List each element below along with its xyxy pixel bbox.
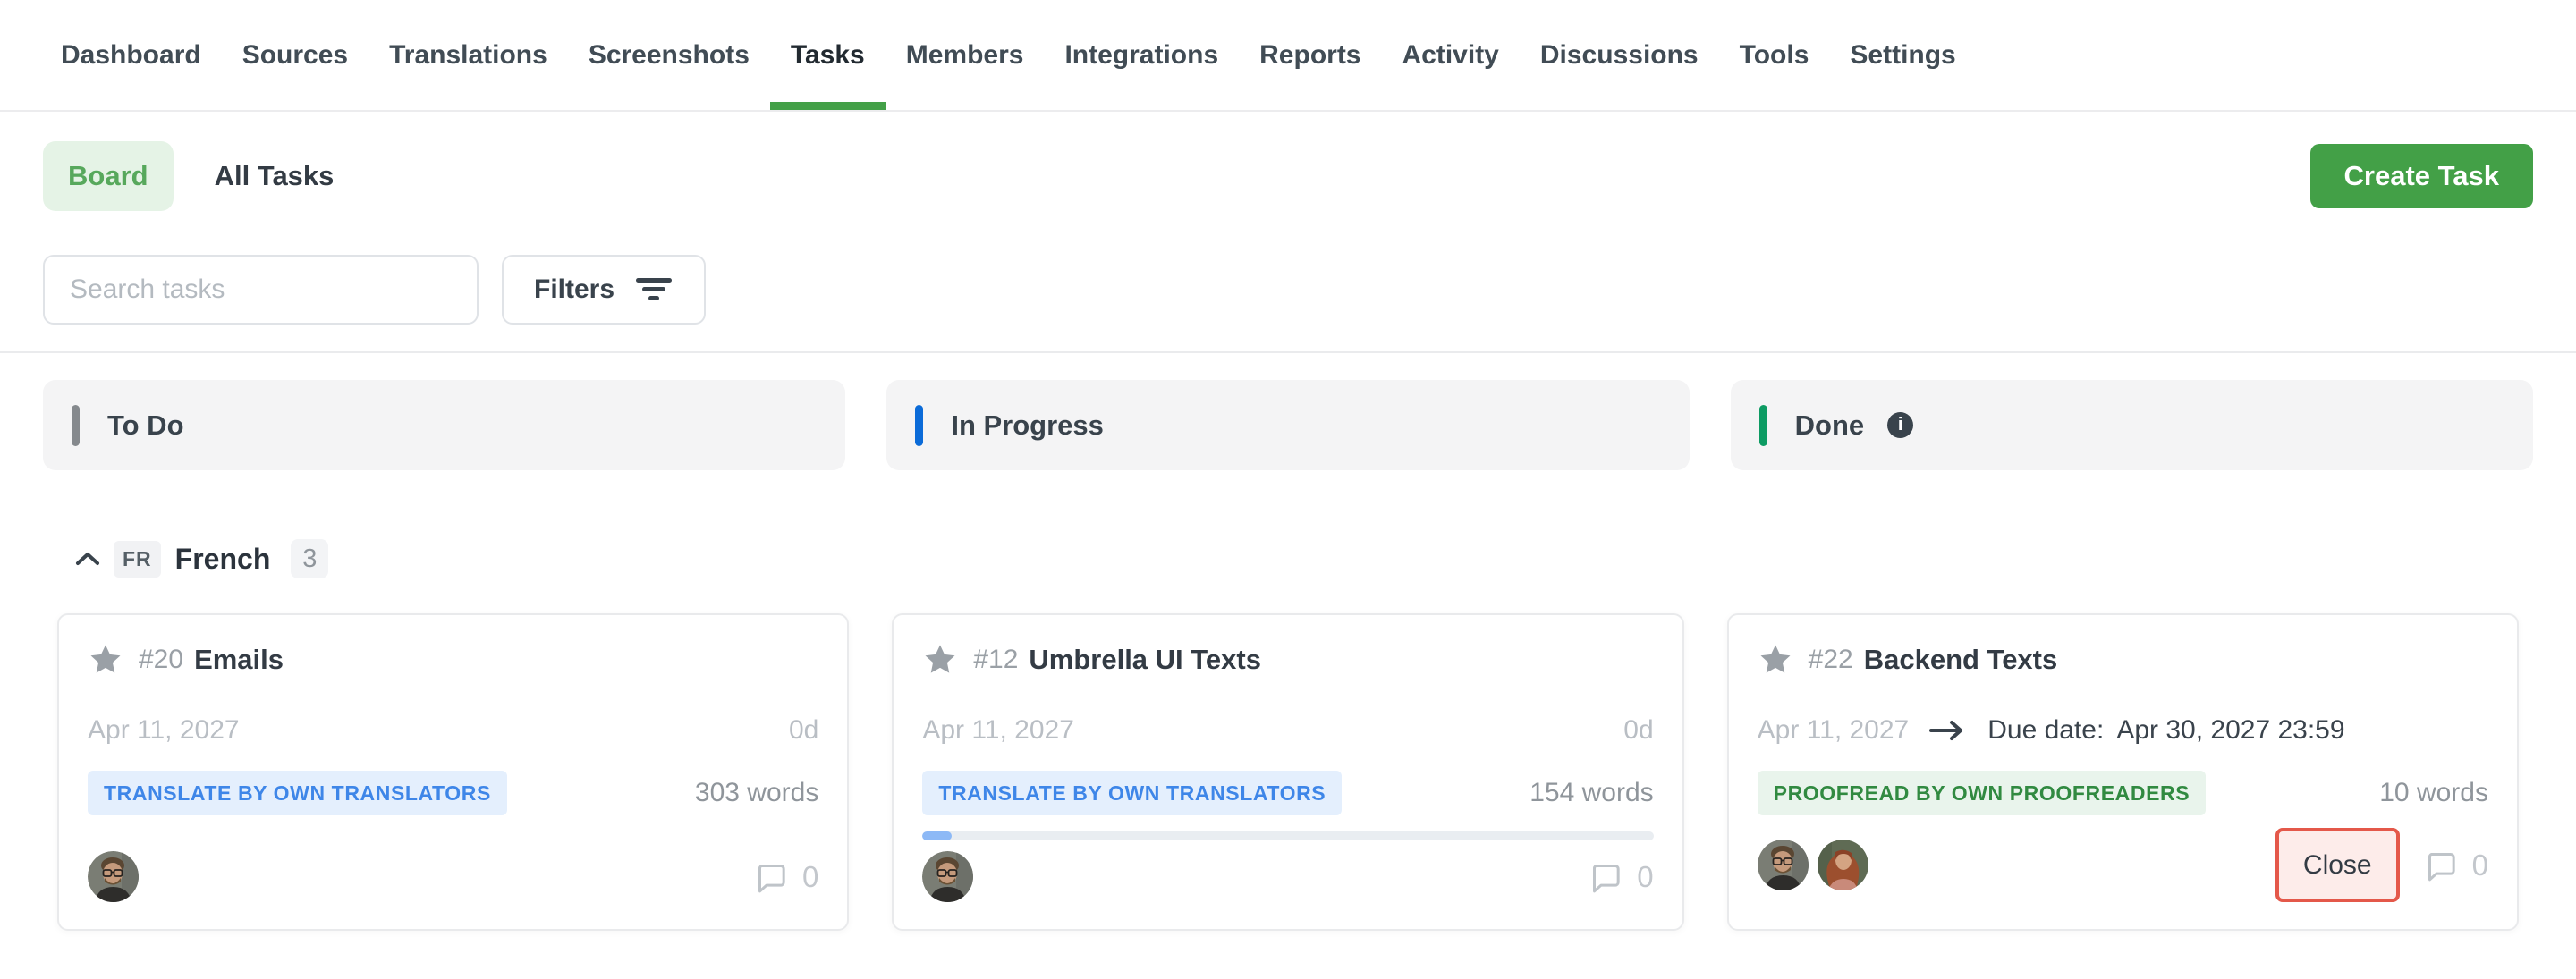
card-footer: 0 xyxy=(88,851,818,902)
nav-item-screenshots[interactable]: Screenshots xyxy=(568,0,770,110)
avatar xyxy=(922,851,973,902)
progress-fill xyxy=(922,831,952,840)
card-footer: Close 0 xyxy=(1758,828,2488,902)
column-done: Done i xyxy=(1731,380,2533,470)
top-nav: Dashboard Sources Translations Screensho… xyxy=(0,0,2576,112)
task-card-20[interactable]: #20 Emails Apr 11, 2027 0d TRANSLATE BY … xyxy=(57,613,849,931)
task-card-22[interactable]: #22 Backend Texts Apr 11, 2027 Due date:… xyxy=(1727,613,2519,931)
nav-item-settings[interactable]: Settings xyxy=(1829,0,1976,110)
task-id: #20 xyxy=(139,645,183,675)
comments[interactable]: 0 xyxy=(1588,859,1653,895)
nav-item-dashboard[interactable]: Dashboard xyxy=(40,0,222,110)
nav-item-activity[interactable]: Activity xyxy=(1382,0,1520,110)
avatar xyxy=(1758,840,1809,890)
comment-count: 0 xyxy=(1637,860,1653,894)
nav-item-discussions[interactable]: Discussions xyxy=(1520,0,1719,110)
nav-item-reports[interactable]: Reports xyxy=(1239,0,1381,110)
nav-item-tools[interactable]: Tools xyxy=(1719,0,1830,110)
column-in-progress-accent-bar xyxy=(915,405,923,446)
column-in-progress-label: In Progress xyxy=(951,409,1104,442)
task-card-12[interactable]: #12 Umbrella UI Texts Apr 11, 2027 0d TR… xyxy=(892,613,1683,931)
card-title-row: #22 Backend Texts xyxy=(1758,642,2488,678)
task-title: Backend Texts xyxy=(1864,644,2058,676)
card-date-row: Apr 11, 2027 0d xyxy=(922,715,1653,746)
board-columns: To Do In Progress Done i xyxy=(0,380,2576,470)
close-task-button[interactable]: Close xyxy=(2275,828,2400,902)
comments[interactable]: 0 xyxy=(753,859,818,895)
word-count: 154 words xyxy=(1530,778,1653,808)
comments[interactable]: 0 xyxy=(2423,848,2488,883)
task-type-badge: TRANSLATE BY OWN TRANSLATORS xyxy=(88,771,507,815)
column-todo-label: To Do xyxy=(107,409,184,442)
task-cards-row: #20 Emails Apr 11, 2027 0d TRANSLATE BY … xyxy=(0,613,2576,931)
card-title-row: #12 Umbrella UI Texts xyxy=(922,642,1653,678)
search-toolbar: Filters xyxy=(0,255,2576,325)
card-badge-row: TRANSLATE BY OWN TRANSLATORS 154 words xyxy=(922,771,1653,815)
language-group-header: FR French 3 xyxy=(0,538,2576,579)
chevron-up-icon[interactable] xyxy=(74,550,101,568)
start-date: Apr 11, 2027 xyxy=(922,715,1074,746)
avatar xyxy=(88,851,139,902)
task-id: #12 xyxy=(973,645,1018,675)
arrow-right-icon xyxy=(1928,719,1968,742)
nav-item-integrations[interactable]: Integrations xyxy=(1044,0,1239,110)
days-counter: 0d xyxy=(1623,715,1653,746)
word-count: 303 words xyxy=(695,778,818,808)
comment-bubble-icon xyxy=(2423,848,2459,883)
comment-count: 0 xyxy=(802,860,818,894)
task-title: Umbrella UI Texts xyxy=(1029,644,1261,676)
create-task-button[interactable]: Create Task xyxy=(2310,144,2533,208)
column-in-progress: In Progress xyxy=(886,380,1689,470)
start-date: Apr 11, 2027 xyxy=(88,715,240,746)
start-date: Apr 11, 2027 xyxy=(1758,715,1910,746)
card-footer: 0 xyxy=(922,851,1653,902)
nav-item-sources[interactable]: Sources xyxy=(222,0,369,110)
task-type-badge: TRANSLATE BY OWN TRANSLATORS xyxy=(922,771,1342,815)
comment-count: 0 xyxy=(2472,848,2488,882)
info-icon[interactable]: i xyxy=(1887,412,1913,438)
nav-item-translations[interactable]: Translations xyxy=(369,0,568,110)
filters-button-label: Filters xyxy=(534,274,614,305)
word-count: 10 words xyxy=(2379,778,2488,808)
column-todo-accent-bar xyxy=(72,405,80,446)
tab-all-tasks[interactable]: All Tasks xyxy=(215,160,335,192)
task-count-badge: 3 xyxy=(291,539,328,578)
card-badge-row: TRANSLATE BY OWN TRANSLATORS 303 words xyxy=(88,771,818,815)
card-date-row: Apr 11, 2027 0d xyxy=(88,715,818,746)
language-code-badge: FR xyxy=(114,541,161,578)
column-todo: To Do xyxy=(43,380,845,470)
view-toolbar: Board All Tasks Create Task xyxy=(0,141,2576,211)
column-done-accent-bar xyxy=(1759,405,1767,446)
card-title-row: #20 Emails xyxy=(88,642,818,678)
star-icon[interactable] xyxy=(922,642,958,678)
task-type-badge: PROOFREAD BY OWN PROOFREADERS xyxy=(1758,771,2207,815)
filter-lines-icon xyxy=(634,275,674,304)
card-date-row: Apr 11, 2027 Due date: Apr 30, 2027 23:5… xyxy=(1758,715,2488,746)
due-date-label: Due date: xyxy=(1987,715,2104,746)
task-id: #22 xyxy=(1809,645,1853,675)
comment-bubble-icon xyxy=(753,859,789,895)
nav-item-tasks[interactable]: Tasks xyxy=(770,0,886,110)
search-input[interactable] xyxy=(43,255,479,325)
language-name: French xyxy=(175,543,271,576)
avatar xyxy=(1818,840,1868,890)
days-counter: 0d xyxy=(789,715,818,746)
progress-bar xyxy=(922,831,1653,840)
star-icon[interactable] xyxy=(1758,642,1793,678)
task-title: Emails xyxy=(194,644,284,676)
column-done-label: Done xyxy=(1795,409,1865,442)
card-badge-row: PROOFREAD BY OWN PROOFREADERS 10 words xyxy=(1758,771,2488,815)
section-divider xyxy=(0,351,2576,353)
comment-bubble-icon xyxy=(1588,859,1623,895)
nav-item-members[interactable]: Members xyxy=(886,0,1045,110)
due-date-value: Apr 30, 2027 23:59 xyxy=(2116,715,2344,746)
filters-button[interactable]: Filters xyxy=(502,255,706,325)
star-icon[interactable] xyxy=(88,642,123,678)
tab-board[interactable]: Board xyxy=(43,141,174,211)
